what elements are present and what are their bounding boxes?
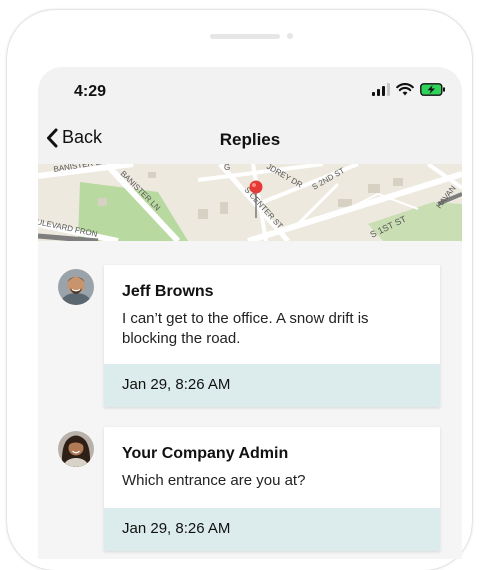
phone-speaker: [210, 34, 280, 39]
status-bar: 4:29: [38, 67, 462, 115]
avatar[interactable]: [58, 431, 94, 467]
app-screen: 4:29 Back Replies BANISTER LN BANISTER L…: [38, 67, 462, 559]
status-time: 4:29: [74, 83, 107, 100]
message-card[interactable]: Jeff Browns I can’t get to the office. A…: [104, 265, 440, 407]
map-graphic: BANISTER LN BANISTER LN ULEVARD FRON G J…: [38, 164, 462, 241]
phone-camera: [287, 33, 293, 39]
message-text: Which entrance are you at?: [122, 472, 306, 489]
status-icons: [372, 83, 446, 96]
nav-bar: Back Replies: [38, 122, 462, 160]
message-timestamp: Jan 29, 8:26 AM: [104, 364, 440, 407]
message-text: I can’t get to the office. A snow drift …: [122, 310, 369, 347]
location-map[interactable]: BANISTER LN BANISTER LN ULEVARD FRON G J…: [38, 164, 462, 241]
map-label: G: [224, 164, 230, 172]
battery-charging-icon: [420, 83, 445, 96]
message-author: Your Company Admin: [122, 445, 289, 462]
avatar[interactable]: [58, 269, 94, 305]
replies-thread: Jeff Browns I can’t get to the office. A…: [38, 241, 462, 559]
wifi-icon: [396, 83, 414, 96]
phone-frame: 4:29 Back Replies BANISTER LN BANISTER L…: [7, 10, 472, 570]
page-title: Replies: [219, 130, 281, 149]
signal-icon: [372, 83, 390, 96]
message-card[interactable]: Your Company Admin Which entrance are yo…: [104, 427, 440, 551]
message-author: Jeff Browns: [122, 283, 214, 300]
man-avatar-icon: [58, 269, 94, 305]
message-timestamp: Jan 29, 8:26 AM: [104, 508, 440, 551]
woman-avatar-icon: [58, 431, 94, 467]
